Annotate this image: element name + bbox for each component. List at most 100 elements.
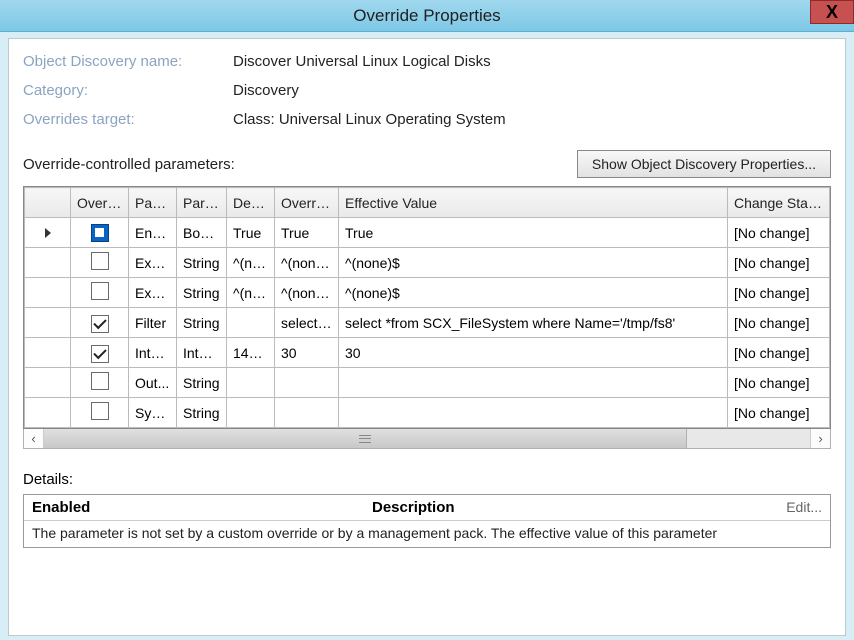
row-selector[interactable] <box>25 248 71 278</box>
category-label: Category: <box>23 82 233 99</box>
scroll-track[interactable] <box>44 429 810 448</box>
default-value-cell: ^(no... <box>227 278 275 308</box>
param-name-cell: Filter <box>129 308 177 338</box>
override-checkbox[interactable] <box>91 345 109 363</box>
override-checkbox-cell[interactable] <box>71 338 129 368</box>
parameters-section-label: Override-controlled parameters: <box>23 156 235 173</box>
close-button[interactable]: X <box>810 0 854 24</box>
table-row[interactable]: Excl...String^(no...^(none)$^(none)$[No … <box>25 248 830 278</box>
table-row[interactable]: Excl...String^(no...^(none)$^(none)$[No … <box>25 278 830 308</box>
change-status-cell: [No change] <box>728 278 830 308</box>
table-row[interactable]: Syn...String [No change] <box>25 398 830 428</box>
col-param-name[interactable]: Parame <box>129 188 177 218</box>
row-selector[interactable] <box>25 368 71 398</box>
col-change-status[interactable]: Change Status <box>728 188 830 218</box>
parameters-table-wrap: Override Parame Parame Default Override … <box>23 186 831 429</box>
default-value-cell: 14400 <box>227 338 275 368</box>
category-value: Discovery <box>233 82 299 99</box>
change-status-cell: [No change] <box>728 308 830 338</box>
col-rowselector[interactable] <box>25 188 71 218</box>
col-override[interactable]: Override <box>71 188 129 218</box>
horizontal-scrollbar[interactable]: ‹ › <box>23 429 831 449</box>
param-type-cell: String <box>177 398 227 428</box>
table-row[interactable]: Out...String[No change] <box>25 368 830 398</box>
row-selector[interactable] <box>25 308 71 338</box>
effective-value-cell[interactable]: ^(none)$ <box>339 278 728 308</box>
param-type-cell: String <box>177 278 227 308</box>
row-selector[interactable] <box>25 218 71 248</box>
default-value-cell: ^(no... <box>227 248 275 278</box>
effective-value-cell[interactable] <box>339 398 728 428</box>
effective-value-cell[interactable]: 30 <box>339 338 728 368</box>
override-checkbox[interactable] <box>91 224 109 242</box>
param-type-cell: Bool... <box>177 218 227 248</box>
details-edit-link[interactable]: Edit... <box>786 499 822 516</box>
scroll-right-arrow-icon[interactable]: › <box>810 429 830 448</box>
row-selector[interactable] <box>25 398 71 428</box>
scroll-thumb[interactable] <box>44 429 687 448</box>
window-title: Override Properties <box>353 6 500 26</box>
target-label: Overrides target: <box>23 111 233 128</box>
current-row-arrow-icon <box>45 228 51 238</box>
override-checkbox-cell[interactable] <box>71 308 129 338</box>
change-status-cell: [No change] <box>728 398 830 428</box>
override-checkbox-cell[interactable] <box>71 368 129 398</box>
override-checkbox[interactable] <box>91 282 109 300</box>
scroll-left-arrow-icon[interactable]: ‹ <box>24 429 44 448</box>
table-header-row: Override Parame Parame Default Override … <box>25 188 830 218</box>
override-value-cell[interactable]: select *f... <box>275 308 339 338</box>
override-value-cell[interactable] <box>275 368 339 398</box>
close-icon: X <box>826 2 838 23</box>
override-value-cell[interactable]: 30 <box>275 338 339 368</box>
default-value-cell <box>227 398 275 428</box>
override-checkbox-cell[interactable] <box>71 278 129 308</box>
param-type-cell: Integer <box>177 338 227 368</box>
override-checkbox-cell[interactable] <box>71 248 129 278</box>
discovery-name-label: Object Discovery name: <box>23 53 233 70</box>
row-selector[interactable] <box>25 338 71 368</box>
default-value-cell: True <box>227 218 275 248</box>
param-name-cell: Ena... <box>129 218 177 248</box>
param-name-cell: Inter... <box>129 338 177 368</box>
col-effective[interactable]: Effective Value <box>339 188 728 218</box>
override-checkbox-cell[interactable] <box>71 398 129 428</box>
target-value: Class: Universal Linux Operating System <box>233 111 506 128</box>
target-row: Overrides target: Class: Universal Linux… <box>23 111 831 128</box>
override-value-cell[interactable] <box>275 398 339 428</box>
show-properties-button[interactable]: Show Object Discovery Properties... <box>577 150 831 178</box>
override-checkbox[interactable] <box>91 315 109 333</box>
col-param-type[interactable]: Parame <box>177 188 227 218</box>
param-type-cell: String <box>177 368 227 398</box>
param-name-cell: Syn... <box>129 398 177 428</box>
param-name-cell: Out... <box>129 368 177 398</box>
details-name-header: Enabled <box>32 499 372 516</box>
col-default[interactable]: Default <box>227 188 275 218</box>
parameters-header-row: Override-controlled parameters: Show Obj… <box>23 150 831 178</box>
details-desc-header: Description <box>372 499 786 516</box>
param-type-cell: String <box>177 308 227 338</box>
titlebar: Override Properties X <box>0 0 854 32</box>
effective-value-cell[interactable] <box>339 368 728 398</box>
param-name-cell: Excl... <box>129 278 177 308</box>
table-row[interactable]: FilterString select *f...select *from SCX… <box>25 308 830 338</box>
override-value-cell[interactable]: ^(none)$ <box>275 248 339 278</box>
param-name-cell: Excl... <box>129 248 177 278</box>
override-checkbox[interactable] <box>91 402 109 420</box>
override-checkbox[interactable] <box>91 252 109 270</box>
table-row[interactable]: Ena...Bool...TrueTrueTrue[No change] <box>25 218 830 248</box>
details-header: Enabled Description Edit... <box>24 495 830 521</box>
override-checkbox-cell[interactable] <box>71 218 129 248</box>
table-row[interactable]: Inter...Integer144003030[No change] <box>25 338 830 368</box>
override-checkbox[interactable] <box>91 372 109 390</box>
effective-value-cell[interactable]: ^(none)$ <box>339 248 728 278</box>
default-value-cell <box>227 308 275 338</box>
override-value-cell[interactable]: True <box>275 218 339 248</box>
effective-value-cell[interactable]: select *from SCX_FileSystem where Name='… <box>339 308 728 338</box>
override-value-cell[interactable]: ^(none)$ <box>275 278 339 308</box>
effective-value-cell[interactable]: True <box>339 218 728 248</box>
discovery-name-value: Discover Universal Linux Logical Disks <box>233 53 491 70</box>
scroll-grip-icon <box>359 435 371 443</box>
discovery-name-row: Object Discovery name: Discover Universa… <box>23 53 831 70</box>
row-selector[interactable] <box>25 278 71 308</box>
col-override-val[interactable]: Override <box>275 188 339 218</box>
